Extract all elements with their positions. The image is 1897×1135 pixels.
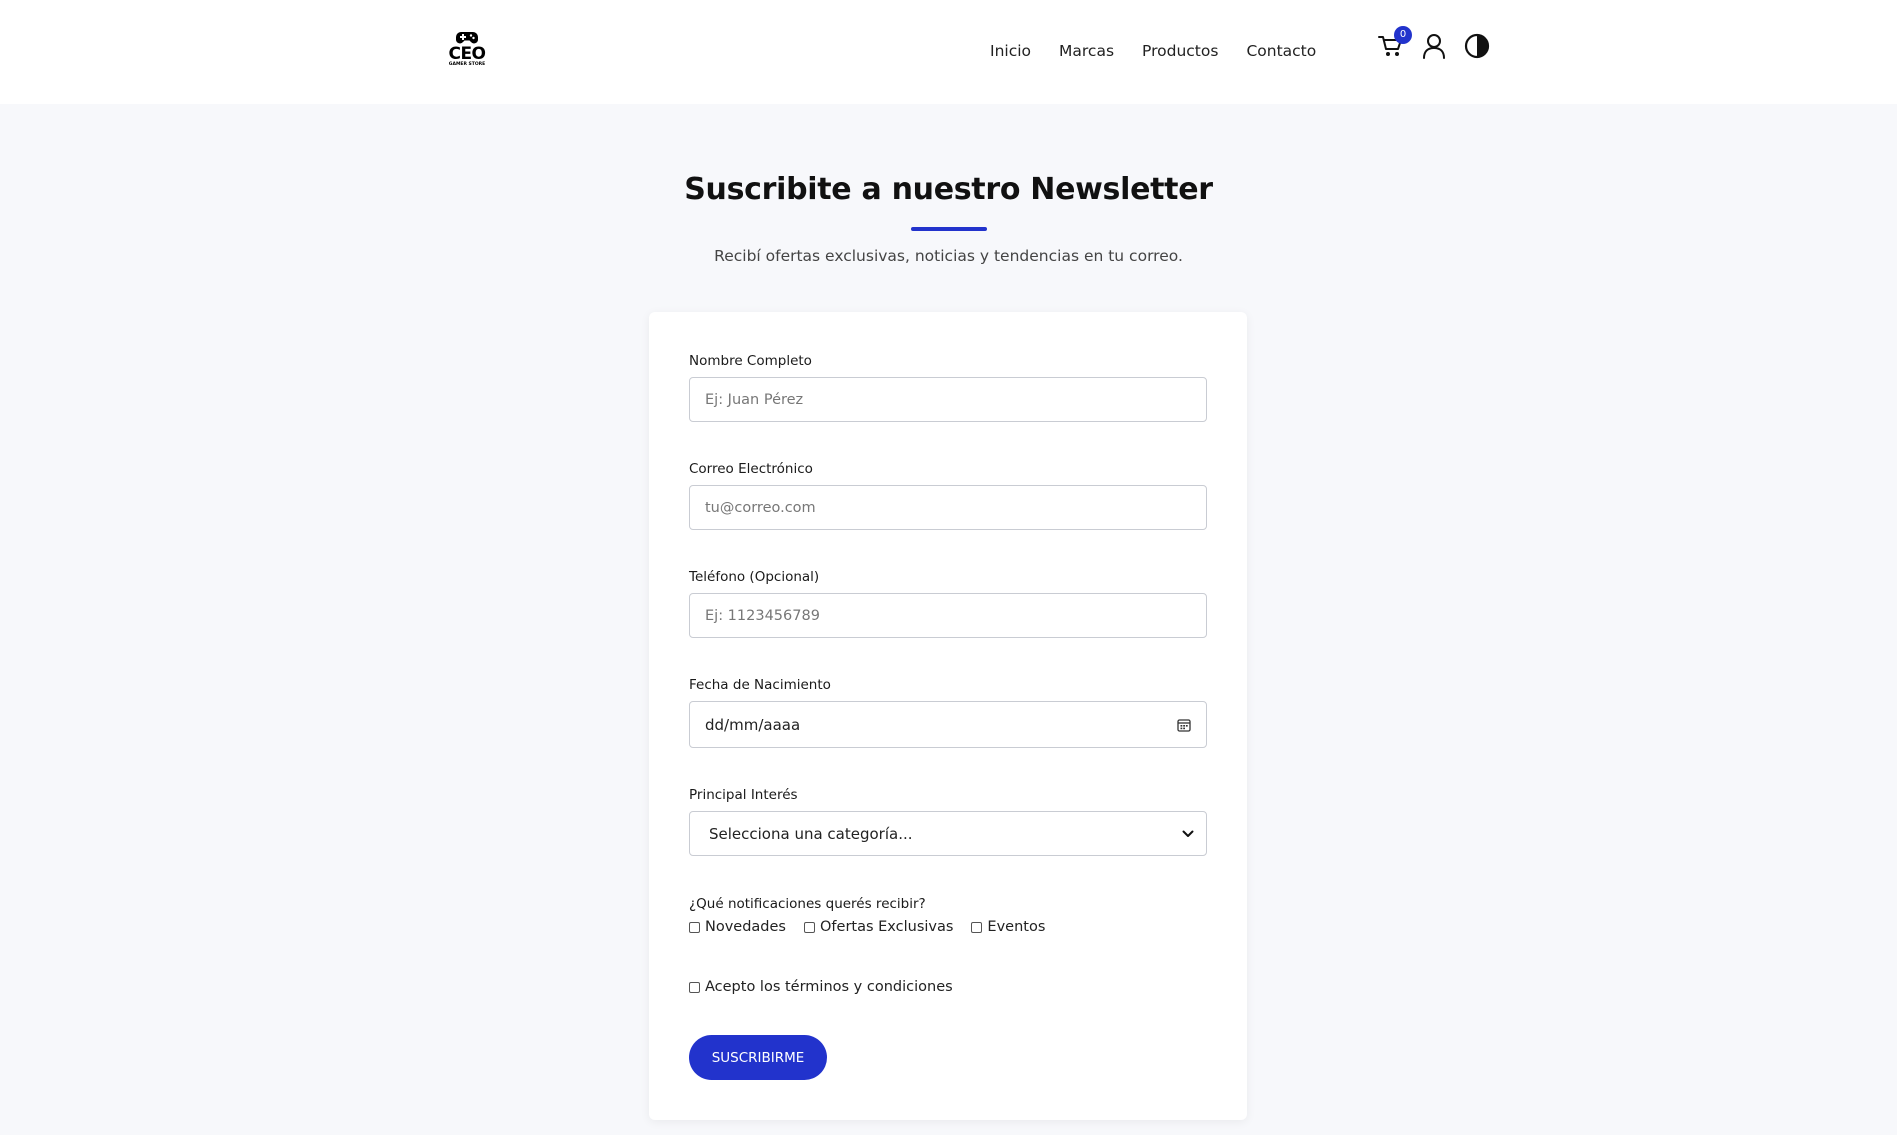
terms-option[interactable]: Acepto los términos y condiciones bbox=[689, 979, 1207, 995]
name-input[interactable] bbox=[689, 377, 1207, 422]
user-icon bbox=[1423, 34, 1445, 59]
nav-item-contacto[interactable]: Contacto bbox=[1246, 40, 1316, 62]
logo-text: CEO bbox=[448, 44, 486, 64]
brand-logo[interactable]: CEO GAMER STORE bbox=[442, 30, 492, 72]
eventos-checkbox[interactable] bbox=[971, 921, 983, 933]
user-button[interactable] bbox=[1418, 30, 1450, 62]
email-field-group: Correo Electrónico bbox=[689, 460, 1207, 530]
eventos-label: Eventos bbox=[987, 919, 1046, 935]
birthdate-label: Fecha de Nacimiento bbox=[689, 677, 831, 693]
contrast-icon bbox=[1464, 33, 1490, 59]
nav-item-inicio[interactable]: Inicio bbox=[990, 40, 1031, 62]
notification-option-eventos[interactable]: Eventos bbox=[971, 919, 1045, 935]
phone-field-group: Teléfono (Opcional) bbox=[689, 568, 1207, 638]
email-input[interactable] bbox=[689, 485, 1207, 530]
calendar-icon[interactable] bbox=[1177, 718, 1191, 732]
birthdate-input[interactable]: dd/mm/aaaa bbox=[689, 701, 1207, 748]
page-subtitle: Recibí ofertas exclusivas, noticias y te… bbox=[714, 247, 1183, 265]
phone-label: Teléfono (Opcional) bbox=[689, 569, 820, 585]
newsletter-hero: Suscribite a nuestro Newsletter Recibí o… bbox=[0, 104, 1897, 267]
ofertas-label: Ofertas Exclusivas bbox=[820, 919, 954, 935]
novedades-checkbox[interactable] bbox=[689, 921, 700, 933]
email-label: Correo Electrónico bbox=[689, 461, 813, 477]
cart-button[interactable]: 0 bbox=[1375, 26, 1412, 62]
subscribe-button[interactable]: SUSCRIBIRME bbox=[689, 1035, 827, 1080]
notifications-options: Novedades Ofertas Exclusivas Eventos bbox=[689, 919, 1207, 935]
interest-label: Principal Interés bbox=[689, 787, 798, 803]
notifications-label: ¿Qué notificaciones querés recibir? bbox=[689, 896, 926, 912]
main-nav: Inicio Marcas Productos Contacto bbox=[990, 40, 1344, 62]
theme-toggle-button[interactable] bbox=[1461, 30, 1493, 62]
interest-selected-value: Selecciona una categoría... bbox=[709, 824, 913, 843]
notification-option-novedades[interactable]: Novedades bbox=[689, 919, 786, 935]
notifications-field-group: ¿Qué notificaciones querés recibir? Nove… bbox=[689, 895, 1207, 935]
header-actions: 0 bbox=[1375, 26, 1504, 62]
phone-input[interactable] bbox=[689, 593, 1207, 638]
title-underline bbox=[910, 227, 987, 231]
site-header: CEO GAMER STORE Inicio Marcas Productos … bbox=[0, 0, 1897, 104]
terms-field-group: Acepto los términos y condiciones bbox=[689, 979, 1207, 995]
novedades-label: Novedades bbox=[705, 919, 786, 935]
interest-field-group: Principal Interés Selecciona una categor… bbox=[689, 786, 1207, 856]
chevron-down-icon bbox=[1182, 830, 1194, 837]
cart-count-badge: 0 bbox=[1394, 26, 1412, 44]
nav-item-productos[interactable]: Productos bbox=[1142, 40, 1218, 62]
name-label: Nombre Completo bbox=[689, 353, 812, 369]
notification-option-ofertas[interactable]: Ofertas Exclusivas bbox=[804, 919, 953, 935]
newsletter-form: Nombre Completo Correo Electrónico Teléf… bbox=[649, 312, 1247, 1120]
birthdate-value: dd/mm/aaaa bbox=[705, 715, 801, 734]
ofertas-checkbox[interactable] bbox=[804, 921, 815, 933]
interest-select[interactable]: Selecciona una categoría... bbox=[689, 811, 1207, 856]
nav-item-marcas[interactable]: Marcas bbox=[1059, 40, 1114, 62]
terms-checkbox[interactable] bbox=[689, 981, 700, 993]
page-title: Suscribite a nuestro Newsletter bbox=[684, 172, 1213, 207]
name-field-group: Nombre Completo bbox=[689, 352, 1207, 422]
terms-label: Acepto los términos y condiciones bbox=[705, 979, 953, 995]
birthdate-field-group: Fecha de Nacimiento dd/mm/aaaa bbox=[689, 676, 1207, 748]
logo-subtext: GAMER STORE bbox=[448, 62, 486, 67]
